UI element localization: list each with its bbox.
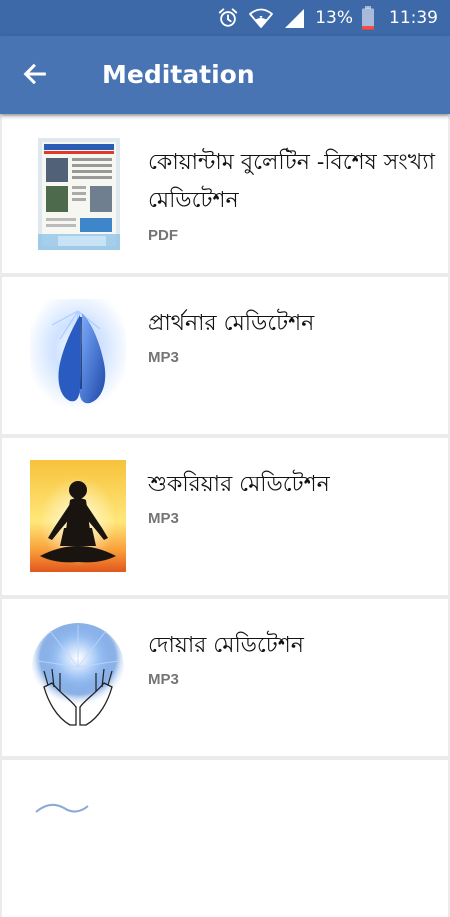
back-button[interactable] bbox=[18, 59, 52, 93]
item-type: MP3 bbox=[148, 671, 179, 688]
list-item[interactable]: দোয়ার মেডিটেশন MP3 bbox=[2, 599, 448, 756]
item-type: MP3 bbox=[148, 510, 179, 527]
app-bar: Meditation bbox=[0, 36, 450, 114]
item-type: MP3 bbox=[148, 349, 179, 366]
item-title: প্রার্থনার মেডিটেশন bbox=[148, 311, 315, 336]
praying-hands-thumbnail bbox=[30, 299, 126, 411]
arrow-left-icon bbox=[21, 60, 49, 92]
status-bar: 13% 11:39 bbox=[0, 0, 450, 36]
list-item[interactable]: কোয়ান্টাম বুলেটিন -বিশেষ সংখ্যা মেডিটেশ… bbox=[2, 116, 448, 273]
meditation-silhouette-thumbnail bbox=[30, 460, 126, 572]
newspaper-thumbnail bbox=[38, 138, 120, 250]
battery-percent: 13% bbox=[315, 8, 353, 28]
signal-icon bbox=[283, 7, 305, 29]
wifi-icon bbox=[249, 7, 274, 29]
list-item[interactable] bbox=[2, 760, 448, 917]
partial-item-thumbnail bbox=[30, 782, 126, 894]
item-title: দোয়ার মেডিটেশন bbox=[148, 633, 304, 658]
battery-icon bbox=[361, 6, 375, 30]
page-title: Meditation bbox=[102, 60, 255, 89]
open-hands-thumbnail bbox=[30, 621, 126, 733]
item-type: PDF bbox=[148, 227, 178, 244]
list-item[interactable]: প্রার্থনার মেডিটেশন MP3 bbox=[2, 277, 448, 434]
item-title: শুকরিয়ার মেডিটেশন bbox=[148, 472, 330, 497]
list-item[interactable]: শুকরিয়ার মেডিটেশন MP3 bbox=[2, 438, 448, 595]
item-title: কোয়ান্টাম বুলেটিন -বিশেষ সংখ্যা মেডিটেশ… bbox=[148, 150, 435, 213]
alarm-icon bbox=[217, 7, 239, 29]
clock: 11:39 bbox=[389, 8, 438, 28]
